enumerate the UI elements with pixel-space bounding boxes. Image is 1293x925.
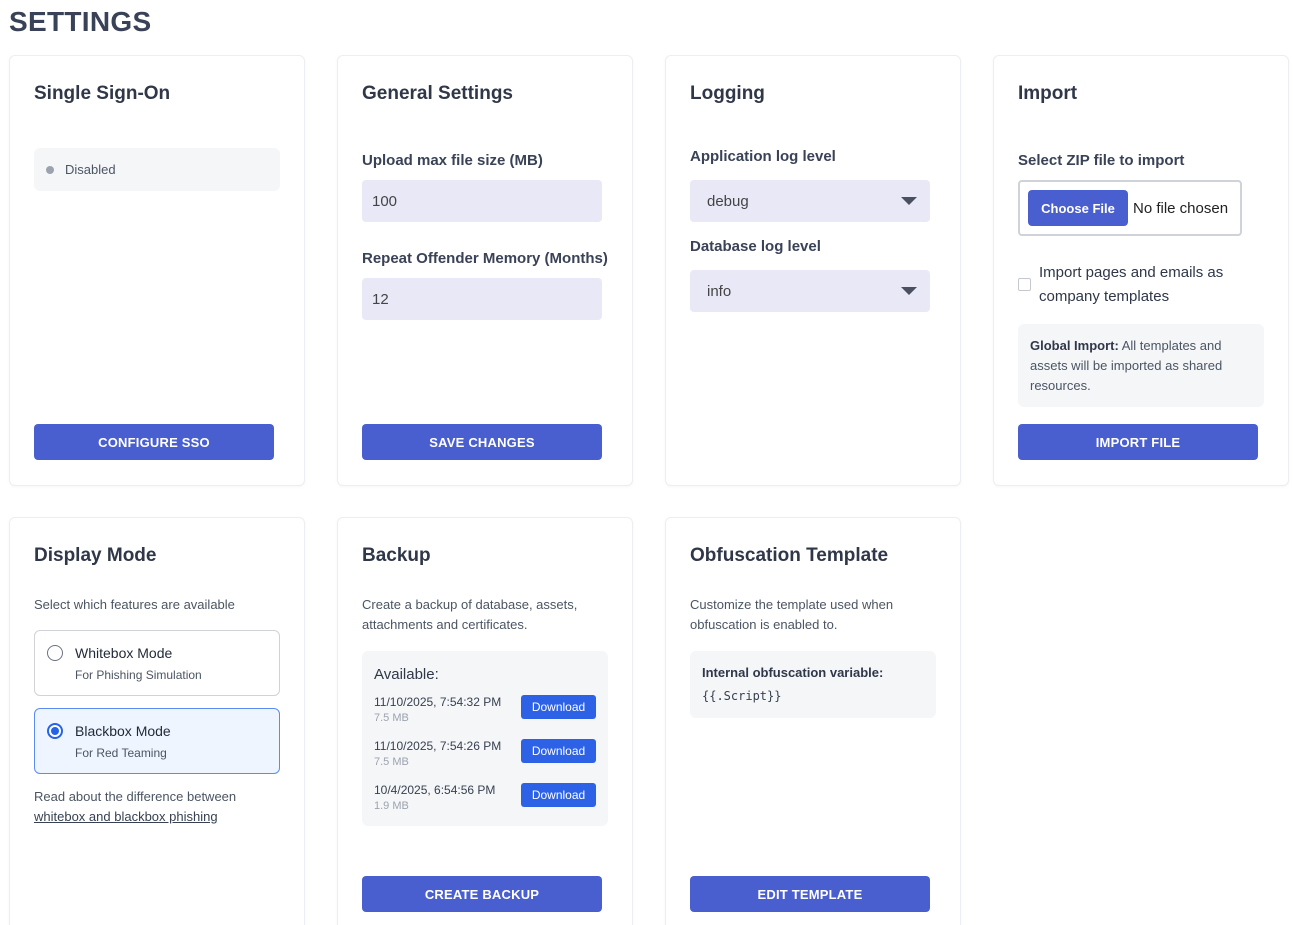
obfuscation-card: Obfuscation Template Customize the templ… [665, 517, 961, 925]
import-title: Import [1018, 83, 1078, 104]
company-templates-option: Import pages and emails as company templ… [1018, 261, 1258, 309]
app-log-level-select[interactable]: debug [690, 180, 930, 222]
whitebox-blackbox-link[interactable]: whitebox and blackbox phishing [34, 809, 218, 824]
company-templates-label[interactable]: Import pages and emails as company templ… [1039, 261, 1258, 309]
backup-date: 11/10/2025, 7:54:26 PM [374, 739, 502, 753]
app-log-level-value: debug [707, 192, 749, 210]
backup-list: Available: 11/10/2025, 7:54:32 PM 7.5 MB… [362, 651, 608, 826]
blackbox-mode-option[interactable]: Blackbox Mode For Red Teaming [34, 708, 280, 774]
backup-size: 7.5 MB [374, 712, 409, 724]
sso-status-text: Disabled [65, 162, 116, 177]
db-log-level-select[interactable]: info [690, 270, 930, 312]
blackbox-mode-subtitle: For Red Teaming [75, 746, 167, 760]
blackbox-mode-title: Blackbox Mode [75, 723, 171, 739]
backup-date: 10/4/2025, 6:54:56 PM [374, 783, 496, 797]
obfuscation-description: Customize the template used when obfusca… [690, 597, 894, 632]
backup-size: 1.9 MB [374, 800, 409, 812]
file-input[interactable]: Choose File No file chosen [1018, 180, 1242, 236]
blackbox-radio[interactable] [47, 723, 63, 739]
repeat-offender-input[interactable]: 12 [362, 278, 602, 320]
configure-sso-button[interactable]: Configure SSO [34, 424, 274, 460]
read-about-text: Read about the difference between whiteb… [34, 787, 284, 827]
backup-item: 11/10/2025, 7:54:26 PM 7.5 MB Download [374, 739, 596, 773]
obfuscation-variable-box: Internal obfuscation variable: {{.Script… [690, 651, 936, 718]
no-file-text: No file chosen [1133, 199, 1229, 217]
create-backup-button[interactable]: Create Backup [362, 876, 602, 912]
whitebox-mode-option[interactable]: Whitebox Mode For Phishing Simulation [34, 630, 280, 696]
sso-status-badge: Disabled [34, 148, 280, 191]
edit-template-button[interactable]: Edit Template [690, 876, 930, 912]
backup-item: 10/4/2025, 6:54:56 PM 1.9 MB Download [374, 783, 596, 817]
app-log-level-label: Application log level [690, 148, 836, 165]
backup-card: Backup Create a backup of database, asse… [337, 517, 633, 925]
logging-title: Logging [690, 83, 765, 104]
upload-size-input[interactable]: 100 [362, 180, 602, 222]
download-button[interactable]: Download [521, 739, 596, 763]
choose-file-button[interactable]: Choose File [1028, 190, 1128, 226]
status-dot-icon [46, 165, 54, 174]
backup-item: 11/10/2025, 7:54:32 PM 7.5 MB Download [374, 695, 596, 729]
read-about-prefix: Read about the difference between [34, 789, 237, 804]
backup-title: Backup [362, 545, 431, 566]
save-changes-button[interactable]: Save Changes [362, 424, 602, 460]
download-button[interactable]: Download [521, 783, 596, 807]
obfuscation-variable-label: Internal obfuscation variable: [702, 665, 884, 680]
backup-date: 11/10/2025, 7:54:32 PM [374, 695, 502, 709]
db-log-level-value: info [707, 282, 732, 300]
whitebox-mode-subtitle: For Phishing Simulation [75, 668, 202, 682]
backup-description: Create a backup of database, assets, att… [362, 597, 578, 632]
repeat-offender-label: Repeat Offender Memory (Months) [362, 250, 608, 267]
display-mode-description: Select which features are available [34, 597, 235, 612]
upload-size-label: Upload max file size (MB) [362, 152, 543, 169]
general-settings-title: General Settings [362, 83, 513, 104]
page-title: SETTINGS [9, 6, 152, 37]
whitebox-radio[interactable] [47, 645, 63, 661]
caret-down-icon [901, 287, 917, 295]
global-import-note: Global Import: All templates and assets … [1018, 324, 1264, 407]
backup-size: 7.5 MB [374, 756, 409, 768]
sso-title: Single Sign-On [34, 83, 171, 104]
caret-down-icon [901, 197, 917, 205]
zip-file-label: Select ZIP file to import [1018, 152, 1185, 169]
display-mode-title: Display Mode [34, 545, 157, 566]
display-mode-card: Display Mode Select which features are a… [9, 517, 305, 925]
backup-available-label: Available: [374, 666, 439, 683]
obfuscation-title: Obfuscation Template [690, 545, 889, 566]
general-settings-card: General Settings Upload max file size (M… [337, 55, 633, 486]
logging-card: Logging Application log level debug Data… [665, 55, 961, 486]
import-card: Import Select ZIP file to import Choose … [993, 55, 1289, 486]
whitebox-mode-title: Whitebox Mode [75, 645, 173, 661]
company-templates-checkbox[interactable] [1018, 278, 1031, 291]
global-import-note-bold: Global Import: [1030, 338, 1119, 353]
import-file-button[interactable]: Import File [1018, 424, 1258, 460]
db-log-level-label: Database log level [690, 238, 821, 255]
obfuscation-variable-value: {{.Script}} [702, 689, 782, 703]
download-button[interactable]: Download [521, 695, 596, 719]
sso-card: Single Sign-On Disabled Configure SSO [9, 55, 305, 486]
